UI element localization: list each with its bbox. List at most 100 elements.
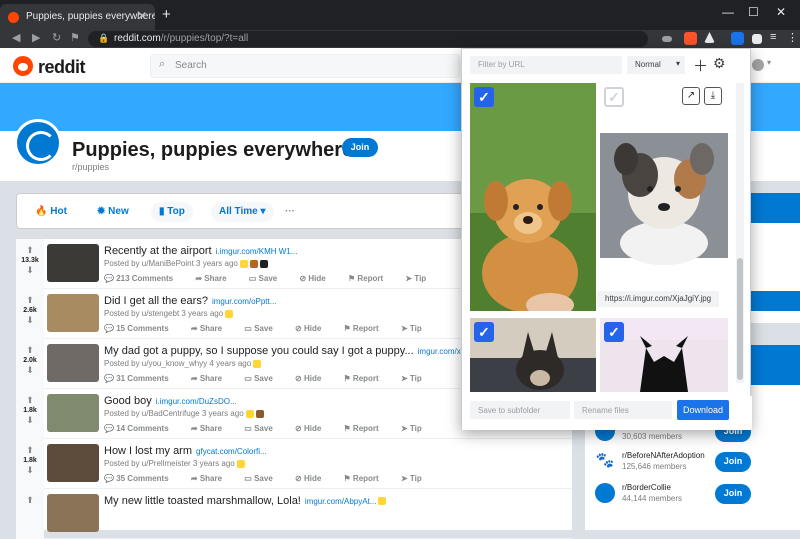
filter-url-input[interactable]: Filter by URL bbox=[470, 56, 622, 74]
image-tile[interactable]: ✓ ↗ ⤓ bbox=[600, 83, 728, 311]
post-thumbnail[interactable] bbox=[47, 344, 99, 382]
list-item[interactable]: ⬆ My new little toasted marshmallow, Lol… bbox=[16, 489, 572, 539]
upvote-icon[interactable]: ⬆ bbox=[16, 445, 44, 456]
sort-top[interactable]: ▮ Top bbox=[151, 202, 193, 222]
tile-checkbox[interactable]: ✓ bbox=[604, 87, 624, 107]
save-button[interactable]: ▭ Save bbox=[244, 474, 282, 483]
hide-button[interactable]: ⊘ Hide bbox=[295, 324, 331, 333]
share-button[interactable]: ➦ Share bbox=[191, 374, 232, 383]
search-input[interactable]: ⌕ Search bbox=[150, 54, 460, 78]
user-avatar-icon[interactable] bbox=[752, 59, 764, 71]
community-item[interactable]: r/BorderCollie 44,144 members Join bbox=[595, 479, 795, 509]
more-options-icon[interactable]: ··· bbox=[285, 206, 295, 217]
downvote-icon[interactable]: ⬇ bbox=[16, 315, 44, 326]
post-link[interactable]: i.imgur.com/DuZsDO... bbox=[156, 397, 237, 406]
upvote-icon[interactable]: ⬆ bbox=[16, 295, 44, 306]
downvote-icon[interactable]: ⬇ bbox=[16, 365, 44, 376]
triangle-extension-icon[interactable] bbox=[704, 32, 715, 43]
image-tile[interactable]: ✓ bbox=[470, 318, 596, 392]
reddit-wordmark[interactable]: reddit bbox=[38, 57, 86, 78]
report-button[interactable]: ⚑ Report bbox=[344, 474, 389, 483]
comments-button[interactable]: 💬 14 Comments bbox=[104, 424, 179, 433]
hide-button[interactable]: ⊘ Hide bbox=[299, 274, 335, 283]
reload-icon[interactable]: ↻ bbox=[52, 31, 61, 44]
filter-mode-select[interactable]: Normal ▾ bbox=[627, 56, 685, 74]
join-button[interactable]: Join bbox=[342, 138, 378, 157]
community-item[interactable]: 🐾 r/BeforeNAfterAdoption 125,646 members… bbox=[595, 447, 795, 477]
sort-hot[interactable]: 🔥 Hot bbox=[35, 206, 67, 217]
report-button[interactable]: ⚑ Report bbox=[344, 324, 389, 333]
new-tab-button[interactable]: + bbox=[162, 6, 171, 23]
maximize-icon[interactable]: ☐ bbox=[748, 5, 759, 19]
post-title[interactable]: Did I get all the ears? imgur.com/oPptt..… bbox=[104, 295, 276, 307]
share-button[interactable]: ➦ Share bbox=[191, 324, 232, 333]
puzzle-extensions-icon[interactable] bbox=[752, 34, 762, 44]
save-button[interactable]: ▭ Save bbox=[244, 324, 282, 333]
minimize-icon[interactable]: — bbox=[722, 5, 734, 19]
window-close-icon[interactable]: ✕ bbox=[776, 5, 786, 19]
upvote-icon[interactable]: ⬆ bbox=[16, 495, 44, 506]
post-link[interactable]: imgur.com/AbpyAt... bbox=[305, 497, 377, 506]
rename-files-input[interactable]: Rename files bbox=[574, 401, 672, 419]
download-button[interactable]: Download bbox=[677, 400, 729, 420]
post-thumbnail[interactable] bbox=[47, 394, 99, 432]
save-button[interactable]: ▭ Save bbox=[244, 424, 282, 433]
hide-button[interactable]: ⊘ Hide bbox=[295, 424, 331, 433]
tile-checkbox[interactable]: ✓ bbox=[474, 87, 494, 107]
comments-button[interactable]: 💬 15 Comments bbox=[104, 324, 179, 333]
save-button[interactable]: ▭ Save bbox=[249, 274, 287, 283]
comments-button[interactable]: 💬 35 Comments bbox=[104, 474, 179, 483]
menu-icon[interactable]: ⋮ bbox=[787, 31, 798, 44]
hide-button[interactable]: ⊘ Hide bbox=[295, 474, 331, 483]
image-tile[interactable]: ✓ bbox=[600, 318, 728, 392]
post-link[interactable]: imgur.com/oPptt... bbox=[212, 297, 276, 306]
post-title[interactable]: Recently at the airport i.imgur.com/KMH W… bbox=[104, 245, 297, 257]
tip-button[interactable]: ➤ Tip bbox=[401, 474, 432, 483]
downvote-icon[interactable]: ⬇ bbox=[16, 465, 44, 476]
post-title[interactable]: My dad got a puppy, so I suppose you cou… bbox=[104, 345, 483, 357]
comments-button[interactable]: 💬 31 Comments bbox=[104, 374, 179, 383]
report-button[interactable]: ⚑ Report bbox=[344, 424, 389, 433]
post-link[interactable]: i.imgur.com/KMH W1... bbox=[216, 247, 298, 256]
sort-new[interactable]: ✹ New bbox=[97, 206, 129, 217]
post-thumbnail[interactable] bbox=[47, 494, 99, 532]
downvote-icon[interactable]: ⬇ bbox=[16, 415, 44, 426]
address-bar[interactable]: 🔒 reddit.com/r/puppies/top/?t=all bbox=[88, 31, 648, 47]
list-item[interactable]: ⬆ 1.8k ⬇ How I lost my arm gfycat.com/Color… bbox=[16, 439, 572, 489]
post-title[interactable]: How I lost my arm gfycat.com/Colorfi... bbox=[104, 445, 267, 457]
scrollbar-thumb[interactable] bbox=[737, 258, 743, 380]
back-icon[interactable]: ◀ bbox=[12, 31, 20, 44]
post-link[interactable]: gfycat.com/Colorfi... bbox=[196, 447, 267, 456]
popup-scrollbar[interactable] bbox=[736, 83, 744, 383]
forward-icon[interactable]: ▶ bbox=[32, 31, 40, 44]
upvote-icon[interactable]: ⬆ bbox=[16, 245, 44, 256]
save-button[interactable]: ▭ Save bbox=[244, 374, 282, 383]
share-button[interactable]: ➦ Share bbox=[191, 424, 232, 433]
downvote-icon[interactable]: ⬇ bbox=[16, 265, 44, 276]
brave-shield-icon[interactable] bbox=[684, 32, 697, 45]
user-menu-chevron-icon[interactable]: ▾ bbox=[767, 58, 771, 67]
image-tile[interactable]: ✓ bbox=[470, 83, 596, 311]
download-icon[interactable]: ⤓ bbox=[704, 87, 722, 105]
reading-list-icon[interactable]: ≡ bbox=[770, 31, 776, 43]
open-in-new-tab-icon[interactable]: ↗ bbox=[682, 87, 700, 105]
tip-button[interactable]: ➤ Tip bbox=[401, 424, 432, 433]
post-thumbnail[interactable] bbox=[47, 244, 99, 282]
share-button[interactable]: ➦ Share bbox=[195, 274, 236, 283]
image-downloader-extension-icon[interactable] bbox=[731, 32, 744, 45]
browser-tab[interactable]: Puppies, puppies everywhere! ✕ bbox=[0, 4, 155, 30]
post-thumbnail[interactable] bbox=[47, 444, 99, 482]
community-join-button[interactable]: Join bbox=[715, 484, 751, 504]
tip-button[interactable]: ➤ Tip bbox=[405, 274, 436, 283]
time-range-dropdown[interactable]: All Time ▾ bbox=[211, 202, 274, 222]
tip-button[interactable]: ➤ Tip bbox=[401, 374, 432, 383]
share-button[interactable]: ➦ Share bbox=[191, 474, 232, 483]
comments-button[interactable]: 💬 213 Comments bbox=[104, 274, 183, 283]
post-title[interactable]: Good boy i.imgur.com/DuZsDO... bbox=[104, 395, 237, 407]
hide-button[interactable]: ⊘ Hide bbox=[295, 374, 331, 383]
tip-button[interactable]: ➤ Tip bbox=[401, 324, 432, 333]
reddit-logo-icon[interactable] bbox=[13, 56, 33, 76]
settings-gear-icon[interactable]: ⚙ bbox=[713, 55, 726, 72]
post-title[interactable]: My new little toasted marshmallow, Lola!… bbox=[104, 495, 387, 507]
tile-checkbox[interactable]: ✓ bbox=[604, 322, 624, 342]
